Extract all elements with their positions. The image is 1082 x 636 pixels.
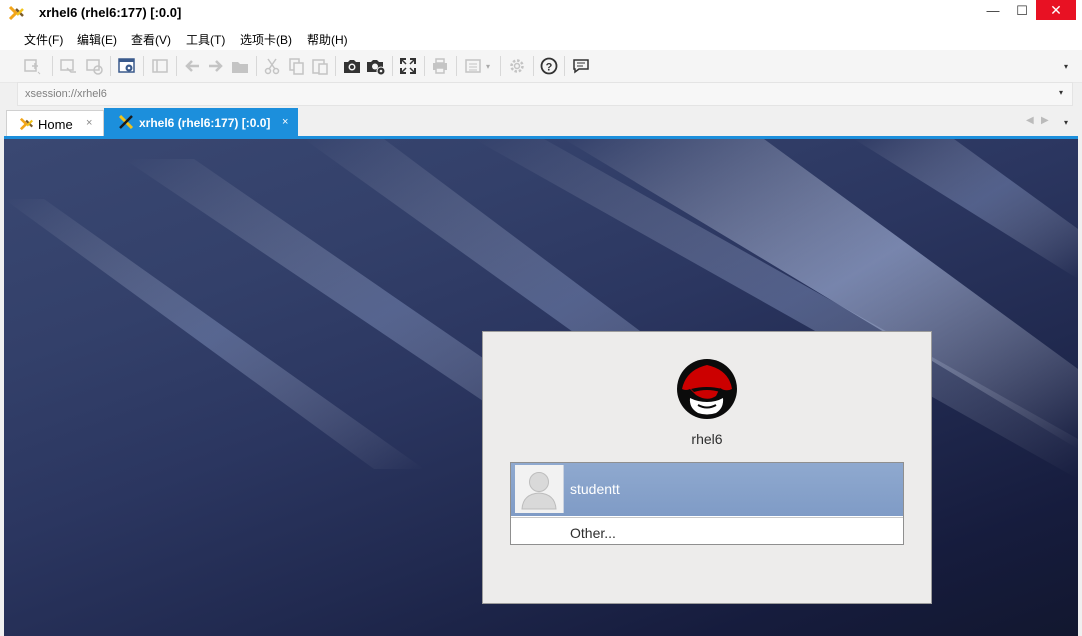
maximize-button[interactable]: ☐ bbox=[1005, 0, 1039, 22]
reconnect-icon[interactable] bbox=[58, 56, 78, 76]
toolbar-separator bbox=[256, 56, 257, 76]
menu-edit[interactable]: 编辑(E) bbox=[77, 31, 117, 48]
session-manager-icon[interactable] bbox=[117, 56, 137, 76]
toolbar-separator bbox=[533, 56, 534, 76]
back-icon[interactable] bbox=[182, 56, 202, 76]
copy-icon[interactable] bbox=[286, 56, 306, 76]
help-icon[interactable]: ? bbox=[539, 56, 559, 76]
paste-icon[interactable] bbox=[310, 56, 330, 76]
toolbar-separator bbox=[143, 56, 144, 76]
svg-text:?: ? bbox=[546, 62, 553, 74]
other-user-label: Other... bbox=[570, 525, 616, 541]
toolbar-separator bbox=[500, 56, 501, 76]
xmanager-logo-icon bbox=[8, 5, 24, 21]
menu-tabs[interactable]: 选项卡(B) bbox=[240, 31, 292, 48]
layout-icon[interactable] bbox=[464, 56, 484, 76]
user-list: studentt Other... bbox=[510, 462, 904, 545]
user-list-item[interactable]: studentt bbox=[511, 463, 903, 516]
tab-close-icon[interactable]: × bbox=[282, 116, 288, 128]
tab-close-icon[interactable]: × bbox=[86, 117, 92, 129]
user-avatar-icon bbox=[515, 465, 564, 513]
print-icon[interactable] bbox=[430, 56, 450, 76]
window-title: xrhel6 (rhel6:177) [:0.0] bbox=[39, 5, 182, 20]
other-user-item[interactable]: Other... bbox=[511, 517, 903, 545]
title-bar: xrhel6 (rhel6:177) [:0.0] — ☐ ✕ bbox=[0, 0, 1082, 26]
user-name-label: studentt bbox=[570, 481, 620, 497]
login-dialog: rhel6 studentt Other... bbox=[482, 331, 932, 604]
address-bar[interactable]: xsession://xrhel6 ▾ bbox=[17, 82, 1073, 106]
address-dropdown-icon[interactable]: ▾ bbox=[1059, 88, 1063, 97]
tab-home[interactable]: Home × bbox=[6, 110, 104, 137]
toolbar-separator bbox=[52, 56, 53, 76]
chat-icon[interactable] bbox=[571, 56, 591, 76]
disconnect-icon[interactable] bbox=[84, 56, 104, 76]
toolbar: ▾ ? ▾ bbox=[0, 50, 1082, 83]
camera-settings-icon[interactable] bbox=[366, 56, 386, 76]
toolbar-separator bbox=[110, 56, 111, 76]
toolbar-overflow-icon[interactable]: ▾ bbox=[1064, 62, 1068, 71]
toolbar-separator bbox=[424, 56, 425, 76]
xmanager-logo-icon bbox=[19, 117, 34, 131]
menu-help[interactable]: 帮助(H) bbox=[307, 31, 348, 48]
menu-view[interactable]: 查看(V) bbox=[131, 31, 171, 48]
tab-strip: Home × xrhel6 (rhel6:177) [:0.0] × ◀ ▶ ▾ bbox=[0, 106, 1082, 138]
address-input[interactable]: xsession://xrhel6 bbox=[25, 88, 107, 100]
toolbar-separator bbox=[335, 56, 336, 76]
redhat-logo-icon bbox=[677, 359, 737, 419]
hostname-label: rhel6 bbox=[691, 431, 723, 447]
x-session-icon bbox=[118, 115, 134, 129]
toolbar-separator bbox=[176, 56, 177, 76]
tab-list-dropdown-icon[interactable]: ▾ bbox=[1064, 118, 1068, 127]
tab-scroll-right-icon[interactable]: ▶ bbox=[1041, 115, 1049, 126]
forward-icon[interactable] bbox=[206, 56, 226, 76]
tab-xrhel6[interactable]: xrhel6 (rhel6:177) [:0.0] × bbox=[104, 108, 298, 136]
gear-icon[interactable] bbox=[507, 56, 527, 76]
remote-desktop[interactable]: rhel6 studentt Other... bbox=[4, 139, 1078, 636]
toolbar-separator bbox=[456, 56, 457, 76]
folder-icon[interactable] bbox=[230, 56, 250, 76]
menu-tools[interactable]: 工具(T) bbox=[186, 31, 225, 48]
fullscreen-icon[interactable] bbox=[398, 56, 418, 76]
menu-bar: 文件(F) 编辑(E) 查看(V) 工具(T) 选项卡(B) 帮助(H) bbox=[0, 26, 1082, 50]
toolbar-separator bbox=[564, 56, 565, 76]
new-session-icon[interactable] bbox=[22, 56, 42, 76]
camera-icon[interactable] bbox=[342, 56, 362, 76]
cut-icon[interactable] bbox=[262, 56, 282, 76]
tab-xrhel6-label: xrhel6 (rhel6:177) [:0.0] bbox=[139, 116, 271, 130]
tab-home-label: Home bbox=[38, 117, 73, 132]
panel-icon[interactable] bbox=[150, 56, 170, 76]
close-button[interactable]: ✕ bbox=[1036, 0, 1076, 20]
tab-scroll-left-icon[interactable]: ◀ bbox=[1026, 115, 1034, 126]
layout-dropdown-icon[interactable]: ▾ bbox=[486, 62, 490, 71]
toolbar-separator bbox=[392, 56, 393, 76]
menu-file[interactable]: 文件(F) bbox=[24, 31, 63, 48]
